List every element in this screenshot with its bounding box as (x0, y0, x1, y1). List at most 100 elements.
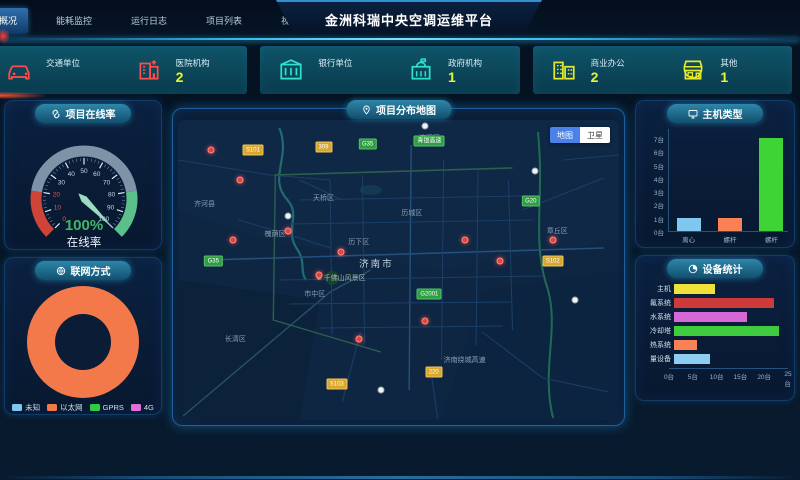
stat-value: 2 (591, 71, 625, 83)
legend-swatch (12, 404, 22, 411)
bar-row: 氟系统 (644, 298, 788, 308)
map-label: 长清区 (225, 334, 246, 344)
panel-online-rate-header: 项目在线率 (35, 104, 131, 123)
panel-map-header: 项目分布地图 (346, 100, 451, 119)
bar-row-label: 水系统 (644, 312, 674, 322)
x-axis-line (668, 231, 788, 232)
bar (674, 340, 697, 350)
x-axis-tick: 20台 (757, 371, 771, 381)
poi-marker[interactable] (285, 213, 292, 220)
map-label: 齐河县 (194, 199, 215, 209)
road-badge: G35 (358, 139, 376, 150)
network-donut-chart (27, 286, 139, 398)
nav-tab[interactable]: 运行日志 (120, 8, 178, 33)
y-axis-tick: 7台 (644, 134, 664, 144)
x-axis-label: 螺杆 (765, 234, 778, 244)
stat-value: 1 (720, 71, 737, 83)
x-axis-tick: 10台 (710, 371, 724, 381)
bar (674, 326, 779, 336)
legend-item[interactable]: GPRS (90, 402, 124, 413)
road-badge: 309 (315, 142, 332, 153)
bar-row-label: 量设备 (644, 354, 674, 364)
map-type-button[interactable]: 卫星 (580, 127, 610, 143)
stat-value (318, 71, 352, 83)
project-marker[interactable] (549, 237, 556, 244)
legend-label: 以太网 (60, 402, 83, 413)
map-canvas[interactable]: 济南市历下区历城区天桥区槐荫区市中区章丘区长清区济阳区齐河县济南绕城高速千佛山风… (178, 120, 619, 420)
project-marker[interactable] (316, 271, 323, 278)
map-label: 历下区 (348, 237, 369, 247)
legend-label: 未知 (25, 402, 40, 413)
stat-text: 医院机构2 (176, 57, 210, 83)
nav-tab[interactable]: 能耗监控 (45, 8, 103, 33)
legend-swatch (90, 404, 100, 411)
globe-icon (56, 266, 66, 276)
legend-item[interactable]: 以太网 (47, 402, 83, 413)
link-icon (51, 109, 61, 119)
stat-item: 医院机构2 (118, 57, 248, 83)
stat-value (46, 71, 80, 83)
stat-text: 其他 1 (720, 57, 737, 83)
gauge-svg: 0102030405060708090100100%在线率 (5, 123, 163, 249)
poi-marker[interactable] (421, 123, 428, 130)
project-marker[interactable] (461, 237, 468, 244)
legend-swatch (47, 404, 57, 411)
x-axis-tick: 15台 (734, 371, 748, 381)
hospital-icon (136, 57, 162, 83)
panel-title: 项目在线率 (66, 106, 116, 121)
bar-row: 主机 (644, 284, 788, 294)
stat-value: 1 (448, 71, 482, 83)
panel-title: 联网方式 (71, 263, 111, 278)
bar (718, 218, 742, 231)
legend-item[interactable]: 4G (131, 402, 154, 413)
road-badge: G2001 (417, 289, 442, 300)
bar-track (674, 326, 788, 336)
host-type-bar-chart: 0台1台2台3台4台5台6台7台离心螺杆螺杆 (644, 125, 790, 244)
project-marker[interactable] (208, 147, 215, 154)
project-marker[interactable] (285, 228, 292, 235)
project-marker[interactable] (355, 336, 362, 343)
stat-label: 其他 (720, 57, 737, 69)
online-rate-gauge: 0102030405060708090100100%在线率 (5, 123, 161, 249)
svg-text:50: 50 (80, 168, 88, 175)
bar-row: 量设备 (644, 354, 788, 364)
map-label: 历城区 (401, 208, 422, 218)
stat-item: 银行单位 (260, 57, 390, 83)
project-marker[interactable] (338, 249, 345, 256)
road-badge: 青银高速 (414, 136, 445, 147)
car-icon (6, 57, 32, 83)
donut-hole (55, 314, 111, 370)
map-pin-icon (361, 105, 371, 115)
stat-label: 交通单位 (46, 57, 80, 69)
panel-map: 项目分布地图 (172, 108, 625, 426)
legend-item[interactable]: 未知 (12, 402, 40, 413)
panel-title: 项目分布地图 (376, 102, 436, 117)
y-axis-tick: 1台 (644, 214, 664, 224)
poi-marker[interactable] (571, 297, 578, 304)
legend-label: 4G (144, 403, 154, 412)
project-marker[interactable] (421, 318, 428, 325)
project-marker[interactable] (496, 258, 503, 265)
project-marker[interactable] (236, 177, 243, 184)
nav-tab[interactable]: 项目列表 (195, 8, 253, 33)
map-label: 千佛山风景区 (317, 273, 366, 283)
stats-row: 交通单位医院机构2银行单位政府机构1商业办公2其他1 (0, 46, 792, 94)
panel-online-rate: 项目在线率 0102030405060708090100100%在线率 (4, 100, 162, 250)
stat-item: 政府机构1 (390, 57, 520, 83)
road-badge: 220 (425, 367, 442, 378)
bar (674, 312, 747, 322)
decor-red-glow (0, 27, 9, 45)
project-marker[interactable] (230, 237, 237, 244)
poi-marker[interactable] (532, 168, 539, 175)
map-label: 槐荫区 (265, 229, 286, 239)
poi-marker[interactable] (377, 387, 384, 394)
page-title: 金洲科瑞中央空调运维平台 (325, 10, 493, 29)
x-axis-tick: 25台 (784, 371, 791, 388)
bar (674, 354, 710, 364)
stat-item: 其他 1 (662, 57, 792, 83)
map-type-button[interactable]: 地图 (550, 127, 580, 143)
stat-item: 商业办公2 (533, 57, 663, 83)
stat-label: 医院机构 (176, 57, 210, 69)
network-legend: 未知 以太网 GPRS 4G (5, 402, 161, 413)
device-stats-x-axis: 0台5台10台15台20台25台 (669, 368, 788, 378)
